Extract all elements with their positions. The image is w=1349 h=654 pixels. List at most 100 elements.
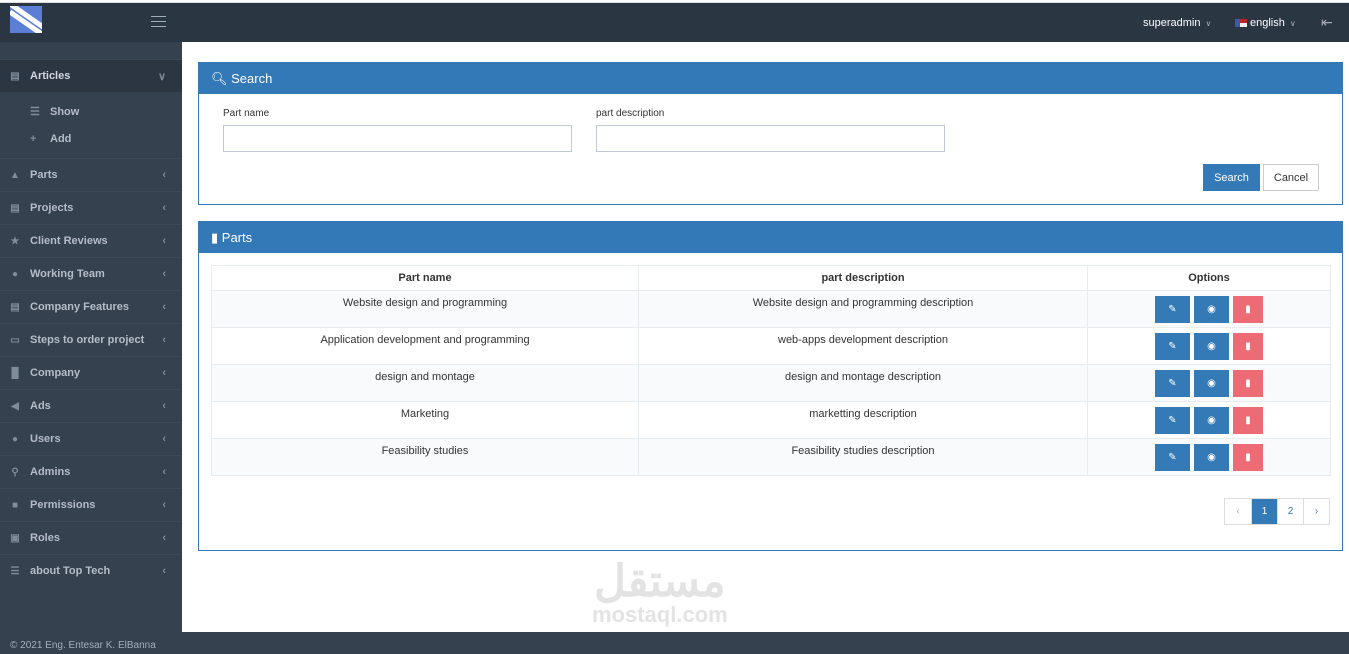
sidebar-item-label: Users <box>30 433 61 445</box>
delete-button[interactable]: ▮ <box>1233 296 1263 323</box>
eye-icon: ◉ <box>1207 304 1216 315</box>
sidebar-item[interactable]: ★ Client Reviews ‹ <box>0 224 182 257</box>
watermark: مستقل mostaql.com <box>592 560 728 626</box>
sidebar-item[interactable]: ■ Permissions ‹ <box>0 488 182 521</box>
next-page-button[interactable]: › <box>1303 499 1329 524</box>
chevron-left-icon: ‹ <box>162 202 166 214</box>
part-name-input[interactable] <box>223 125 572 152</box>
sidebar-item-label: Working Team <box>30 268 105 280</box>
logout-icon[interactable]: ⇤ <box>1321 14 1333 31</box>
part-name-cell: design and montage <box>211 364 639 402</box>
panel-title: Parts <box>221 230 253 245</box>
delete-button[interactable]: ▮ <box>1233 444 1263 471</box>
eye-icon: ◉ <box>1207 415 1216 426</box>
sidebar-subitem[interactable]: + Add <box>0 125 182 152</box>
search-icon: 🔍︎ <box>211 71 228 86</box>
language-menu[interactable]: english ∨ <box>1235 17 1296 29</box>
edit-button[interactable]: ✎ <box>1155 407 1190 434</box>
sidebar-item-label: Permissions <box>30 499 96 511</box>
panel-title: Search <box>231 71 273 86</box>
lock-icon: ■ <box>11 499 19 511</box>
chevron-left-icon: ‹ <box>162 400 166 412</box>
building-icon: █ <box>11 367 19 379</box>
sidebar-subitem-label: Show <box>50 105 80 118</box>
sidebar-item-label: Projects <box>30 202 74 214</box>
sidebar-item-label: Ads <box>30 400 51 412</box>
sidebar-item-label: Company <box>30 367 81 379</box>
bullhorn-icon: ◀ <box>11 400 19 412</box>
sidebar-item[interactable]: ● Working Team ‹ <box>0 257 182 290</box>
sidebar-item[interactable]: ▭ Steps to order project ‹ <box>0 323 182 356</box>
table-row: Marketing marketting description ✎ ◉ ▮ <box>211 401 1331 439</box>
logo[interactable] <box>10 6 42 33</box>
edit-icon: ✎ <box>1168 415 1177 426</box>
sidebar-item[interactable]: ● Users ‹ <box>0 422 182 455</box>
part-description-input[interactable] <box>596 125 945 152</box>
part-description-cell: Feasibility studies description <box>638 438 1088 476</box>
chevron-left-icon: ‹ <box>162 169 166 181</box>
edit-button[interactable]: ✎ <box>1155 296 1190 323</box>
features-icon: ▤ <box>10 301 20 313</box>
table-row: design and montage design and montage des… <box>211 364 1331 402</box>
page-1-button[interactable]: 1 <box>1251 499 1277 524</box>
language-label: english <box>1250 17 1285 29</box>
part-description-cell: design and montage description <box>638 364 1088 402</box>
part-description-cell: marketting description <box>638 401 1088 439</box>
sidebar: ▤ Articles ∨ ☰ Show + Add ▲ Parts ‹ ▤ Projects ‹ ★ Cli… <box>0 42 182 632</box>
desktop-icon: ▭ <box>10 334 20 346</box>
options-cell: ✎ ◉ ▮ <box>1087 438 1331 476</box>
table-row: Website design and programming Website de… <box>211 290 1331 328</box>
roles-icon: ▣ <box>10 532 20 544</box>
book-icon: ▮ <box>211 230 219 245</box>
menu-toggle-icon[interactable] <box>151 16 166 31</box>
view-button[interactable]: ◉ <box>1194 296 1229 323</box>
parts-panel: ▮ Parts Part name part description Optio… <box>198 221 1343 551</box>
part-name-cell: Application development and programming <box>211 327 639 365</box>
parts-table: Part name part description Options Websi… <box>211 265 1331 476</box>
sidebar-item[interactable]: ⚲ Admins ‹ <box>0 455 182 488</box>
sidebar-item-label: Steps to order project <box>30 334 145 346</box>
prev-page-button[interactable]: ‹ <box>1225 499 1251 524</box>
sidebar-item-label: Articles <box>30 70 71 82</box>
edit-icon: ✎ <box>1168 304 1177 315</box>
sidebar-item[interactable]: ☰ about Top Tech ‹ <box>0 554 182 587</box>
delete-button[interactable]: ▮ <box>1233 370 1263 397</box>
chevron-left-icon: ‹ <box>162 466 166 478</box>
flag-icon <box>1235 19 1247 28</box>
view-button[interactable]: ◉ <box>1194 333 1229 360</box>
edit-icon: ✎ <box>1168 341 1177 352</box>
watermark-arabic: مستقل <box>594 557 726 606</box>
edit-button[interactable]: ✎ <box>1155 444 1190 471</box>
trash-icon: ▮ <box>1245 415 1251 426</box>
edit-button[interactable]: ✎ <box>1155 370 1190 397</box>
view-button[interactable]: ◉ <box>1194 407 1229 434</box>
search-button[interactable]: Search <box>1203 164 1260 191</box>
sidebar-item[interactable]: ▲ Parts ‹ <box>0 158 182 191</box>
chevron-left-icon: ‹ <box>162 367 166 379</box>
view-button[interactable]: ◉ <box>1194 370 1229 397</box>
delete-button[interactable]: ▮ <box>1233 333 1263 360</box>
view-button[interactable]: ◉ <box>1194 444 1229 471</box>
eye-icon: ◉ <box>1207 452 1216 463</box>
chevron-left-icon: ‹ <box>162 301 166 313</box>
sidebar-item[interactable]: ▤ Projects ‹ <box>0 191 182 224</box>
sidebar-item-label: Admins <box>30 466 71 478</box>
sidebar-item[interactable]: ▣ Roles ‹ <box>0 521 182 554</box>
trash-icon: ▮ <box>1245 304 1251 315</box>
delete-button[interactable]: ▮ <box>1233 407 1263 434</box>
sidebar-item[interactable]: █ Company ‹ <box>0 356 182 389</box>
chevron-left-icon: ‹ <box>162 268 166 280</box>
user-menu[interactable]: superadmin ∨ <box>1143 17 1211 29</box>
sidebar-subitem[interactable]: ☰ Show <box>0 98 182 125</box>
options-cell: ✎ ◉ ▮ <box>1087 401 1331 439</box>
cancel-button[interactable]: Cancel <box>1263 164 1319 191</box>
sidebar-item[interactable]: ▤ Company Features ‹ <box>0 290 182 323</box>
part-name-cell: Website design and programming <box>211 290 639 328</box>
sidebar-item[interactable]: ▤ Articles ∨ <box>0 59 182 92</box>
sidebar-item[interactable]: ◀ Ads ‹ <box>0 389 182 422</box>
sidebar-subitem-label: Add <box>50 132 72 145</box>
chevron-left-icon: ‹ <box>162 532 166 544</box>
page-2-button[interactable]: 2 <box>1277 499 1303 524</box>
search-panel-header: 🔍︎ Search <box>199 63 1342 94</box>
edit-button[interactable]: ✎ <box>1155 333 1190 360</box>
